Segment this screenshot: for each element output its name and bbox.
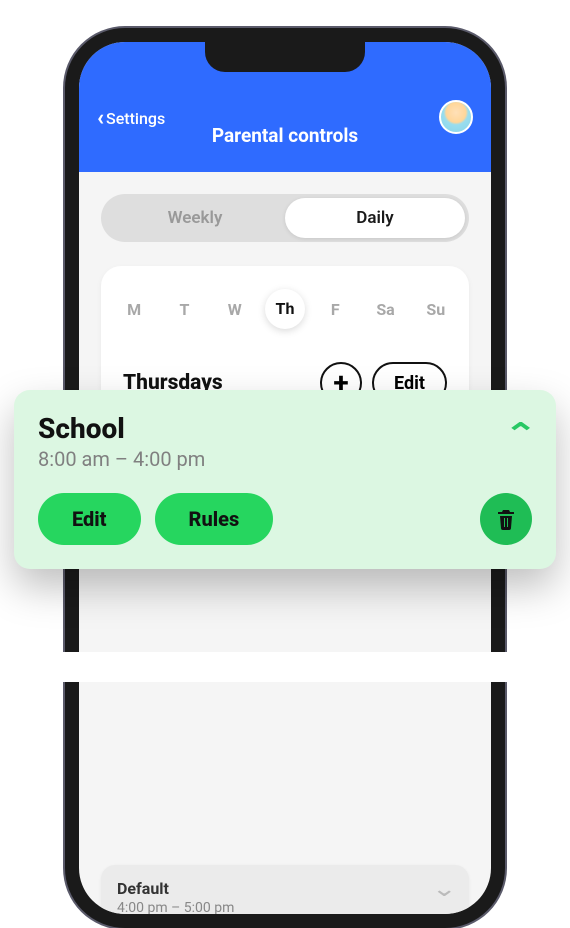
default-card-info: Default 4:00 pm – 5:00 pm <box>117 879 234 916</box>
day-sat[interactable]: Sa <box>366 300 406 319</box>
day-sun[interactable]: Su <box>416 300 456 319</box>
view-mode-toggle: Weekly Daily <box>101 194 469 242</box>
school-card-info: School 8:00 am – 4:00 pm <box>38 412 205 471</box>
day-mon[interactable]: M <box>114 300 154 319</box>
day-wed[interactable]: W <box>215 300 255 319</box>
school-card-header: School 8:00 am – 4:00 pm ⌃ <box>38 412 532 471</box>
day-fri[interactable]: F <box>315 300 355 319</box>
default-card-title: Default <box>117 879 234 898</box>
chevron-up-icon[interactable]: ⌃ <box>504 420 537 448</box>
edit-schedule-button[interactable]: Edit <box>38 493 141 545</box>
day-thu[interactable]: Th <box>265 289 305 329</box>
trash-icon <box>494 507 518 531</box>
day-tue[interactable]: T <box>164 300 204 319</box>
back-label: Settings <box>106 109 165 128</box>
content-area: Weekly Daily M T W Th F Sa Su Thursdays … <box>79 172 491 424</box>
rules-button[interactable]: Rules <box>155 493 274 545</box>
school-card-time: 8:00 am – 4:00 pm <box>38 447 205 471</box>
default-schedule-card[interactable]: Default 4:00 pm – 5:00 pm ⌄ <box>101 865 469 928</box>
chevron-left-icon: ‹ <box>97 106 104 131</box>
school-card-actions: Edit Rules <box>38 493 532 545</box>
tab-daily[interactable]: Daily <box>285 198 465 238</box>
default-card-time: 4:00 pm – 5:00 pm <box>117 900 234 916</box>
delete-button[interactable] <box>480 493 532 545</box>
avatar[interactable] <box>439 100 473 134</box>
tab-weekly[interactable]: Weekly <box>105 198 285 238</box>
school-schedule-card: School 8:00 am – 4:00 pm ⌃ Edit Rules <box>14 390 556 569</box>
back-button[interactable]: ‹ Settings <box>97 106 165 131</box>
school-card-title: School <box>38 412 205 445</box>
page-title: Parental controls <box>212 124 358 147</box>
chevron-down-icon: ⌄ <box>431 879 457 901</box>
bottom-fade <box>0 652 570 682</box>
phone-notch <box>205 42 365 72</box>
day-picker: M T W Th F Sa Su <box>109 284 461 334</box>
